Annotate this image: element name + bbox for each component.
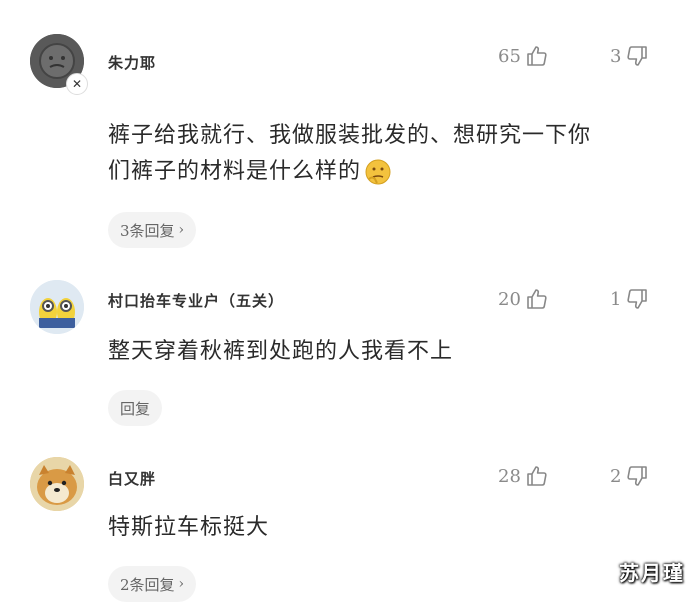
reply-button[interactable]: 2条回复 › — [108, 566, 197, 602]
comment-text: 裤子给我就行、我做服装批发的、想研究一下你 们裤子的材料是什么样的 — [108, 118, 591, 190]
comment-line: 们裤子的材料是什么样的 — [108, 154, 591, 190]
username[interactable]: 朱力耶 — [108, 52, 156, 73]
reply-label: 3条回复 — [120, 221, 175, 240]
minion-avatar-icon — [30, 280, 84, 334]
comment-line: 特斯拉车标挺大 — [108, 515, 270, 540]
comment-line: 裤子给我就行、我做服装批发的、想研究一下你 — [108, 123, 592, 148]
reply-label: 回复 — [120, 399, 151, 418]
like-button[interactable]: 65 — [498, 44, 549, 68]
thinking-emoji-icon — [365, 159, 391, 185]
avatar[interactable] — [30, 280, 84, 334]
reply-label: 2条回复 — [120, 575, 175, 594]
thumbs-down-icon — [627, 46, 648, 66]
thumbs-down-icon — [627, 466, 648, 486]
like-count: 65 — [498, 45, 521, 67]
dislike-count: 2 — [610, 465, 622, 487]
like-button[interactable]: 20 — [498, 287, 549, 311]
comment-line: 整天穿着秋裤到处跑的人我看不上 — [108, 339, 454, 364]
watermark: 苏月瑾 — [619, 561, 685, 585]
comment-text: 特斯拉车标挺大 — [108, 510, 269, 546]
username[interactable]: 白又胖 — [108, 468, 156, 489]
thumbs-down-icon — [627, 289, 648, 309]
chevron-right-icon: › — [178, 576, 185, 592]
dislike-count: 1 — [610, 288, 622, 310]
thumbs-up-icon — [527, 466, 547, 486]
comment-text: 整天穿着秋裤到处跑的人我看不上 — [108, 334, 453, 370]
mute-badge-icon: ✕ — [66, 73, 88, 95]
dislike-count: 3 — [610, 45, 622, 67]
like-count: 28 — [498, 465, 521, 487]
reply-button[interactable]: 3条回复 › — [108, 212, 197, 248]
reply-button[interactable]: 回复 — [108, 390, 163, 426]
thumbs-up-icon — [527, 46, 547, 66]
dislike-button[interactable]: 3 — [610, 44, 649, 68]
dislike-button[interactable]: 1 — [610, 287, 649, 311]
chevron-right-icon: › — [178, 222, 185, 238]
like-count: 20 — [498, 288, 521, 310]
username[interactable]: 村口抬车专业户（五关） — [108, 290, 284, 311]
dislike-button[interactable]: 2 — [610, 464, 649, 488]
comment-line-text: 们裤子的材料是什么样的 — [108, 159, 362, 184]
thumbs-up-icon — [527, 289, 547, 309]
shiba-avatar-icon — [30, 457, 84, 511]
like-button[interactable]: 28 — [498, 464, 549, 488]
avatar[interactable] — [30, 457, 84, 511]
